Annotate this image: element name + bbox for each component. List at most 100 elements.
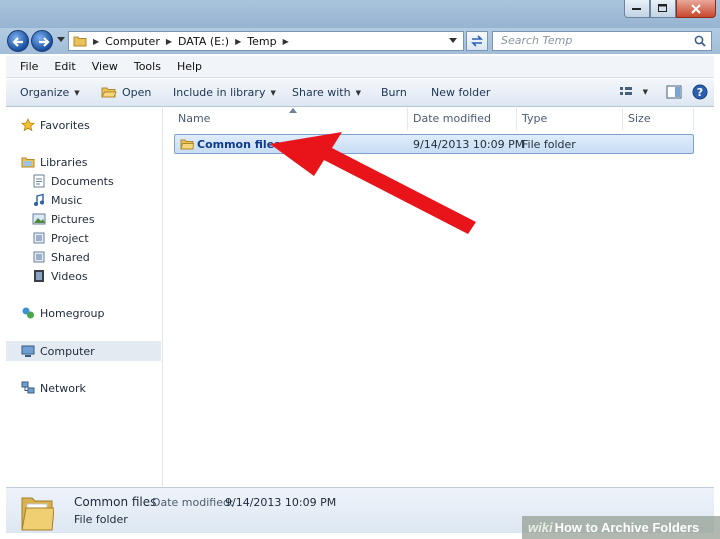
menu-help[interactable]: Help bbox=[177, 60, 202, 73]
title-bar bbox=[0, 0, 720, 28]
new-folder-label: New folder bbox=[431, 86, 491, 99]
command-bar: Organize ▼ Open Include in library ▼ Sha… bbox=[6, 79, 714, 107]
nav-shared[interactable]: Shared bbox=[6, 247, 161, 267]
nav-shared-label: Shared bbox=[51, 250, 90, 264]
details-date-value: 9/14/2013 10:09 PM bbox=[225, 496, 337, 509]
videos-icon bbox=[32, 269, 46, 283]
menu-bar: File Edit View Tools Help bbox=[6, 56, 714, 78]
project-library-icon bbox=[32, 231, 46, 245]
column-header-name[interactable]: Name bbox=[178, 112, 210, 125]
forward-arrow-icon bbox=[39, 37, 50, 47]
nav-favorites[interactable]: Favorites bbox=[6, 115, 161, 135]
minimize-button[interactable] bbox=[624, 0, 650, 18]
nav-documents[interactable]: Documents bbox=[6, 171, 161, 191]
organize-label: Organize bbox=[20, 86, 70, 99]
refresh-button[interactable] bbox=[466, 31, 488, 51]
chevron-down-icon: ▼ bbox=[355, 88, 361, 97]
menu-edit[interactable]: Edit bbox=[54, 60, 75, 73]
star-icon bbox=[21, 118, 35, 132]
address-bar: ▶ Computer ▶ DATA (E:) ▶ Temp ▶ Search T… bbox=[0, 28, 720, 54]
nav-pictures[interactable]: Pictures bbox=[6, 209, 161, 229]
organize-button[interactable]: Organize ▼ bbox=[20, 86, 80, 99]
nav-project-label: Project bbox=[51, 231, 89, 245]
libraries-icon bbox=[21, 155, 35, 169]
column-header-size[interactable]: Size bbox=[628, 112, 651, 125]
nav-network[interactable]: Network bbox=[6, 378, 161, 398]
shared-library-icon bbox=[32, 250, 46, 264]
watermark-title: How to Archive Folders bbox=[554, 520, 700, 535]
search-placeholder: Search Temp bbox=[501, 34, 573, 47]
annotation-arrow bbox=[270, 132, 476, 234]
nav-computer[interactable]: Computer bbox=[6, 341, 161, 361]
column-header-date-modified[interactable]: Date modified bbox=[413, 112, 491, 125]
nav-documents-label: Documents bbox=[51, 174, 114, 188]
address-box[interactable]: ▶ Computer ▶ DATA (E:) ▶ Temp ▶ bbox=[68, 31, 464, 51]
chevron-down-icon: ▼ bbox=[270, 88, 276, 97]
breadcrumb-temp[interactable]: Temp bbox=[247, 35, 276, 48]
nav-network-label: Network bbox=[40, 381, 86, 395]
column-header-type[interactable]: Type bbox=[522, 112, 547, 125]
maximize-icon bbox=[658, 4, 667, 12]
details-item-type: File folder bbox=[74, 513, 128, 526]
burn-button[interactable]: Burn bbox=[381, 86, 407, 99]
menu-tools[interactable]: Tools bbox=[134, 60, 161, 73]
column-divider[interactable] bbox=[622, 108, 623, 130]
nav-homegroup-label: Homegroup bbox=[40, 306, 105, 320]
forward-button[interactable] bbox=[31, 30, 53, 52]
preview-pane-icon[interactable] bbox=[666, 85, 682, 99]
view-dropdown-icon[interactable]: ▼ bbox=[643, 88, 648, 96]
menu-view[interactable]: View bbox=[92, 60, 118, 73]
svg-text:?: ? bbox=[697, 86, 703, 99]
nav-music-label: Music bbox=[51, 193, 83, 207]
view-controls: ▼ ? bbox=[619, 84, 708, 100]
column-headers: Name Date modified Type Size bbox=[164, 108, 714, 130]
open-label: Open bbox=[122, 86, 152, 99]
burn-label: Burn bbox=[381, 86, 407, 99]
sort-ascending-icon bbox=[289, 108, 297, 113]
address-dropdown-icon[interactable] bbox=[449, 38, 457, 44]
refresh-icon bbox=[471, 35, 483, 47]
breadcrumb-separator-icon: ▶ bbox=[93, 36, 100, 46]
nav-project[interactable]: Project bbox=[6, 228, 161, 248]
documents-icon bbox=[32, 174, 46, 188]
breadcrumb-drive[interactable]: DATA (E:) bbox=[178, 35, 229, 48]
file-type: File folder bbox=[522, 138, 576, 151]
breadcrumb-computer[interactable]: Computer bbox=[105, 35, 160, 48]
open-button[interactable]: Open bbox=[101, 86, 151, 99]
search-input[interactable]: Search Temp bbox=[492, 31, 712, 51]
window-controls bbox=[624, 0, 716, 18]
column-divider[interactable] bbox=[693, 108, 694, 130]
navigation-pane: Favorites Libraries Documents Music Pict… bbox=[6, 108, 163, 486]
back-arrow-icon bbox=[12, 37, 23, 47]
breadcrumb-separator-icon: ▶ bbox=[165, 36, 172, 46]
nav-libraries[interactable]: Libraries bbox=[6, 152, 161, 172]
back-button[interactable] bbox=[7, 30, 29, 52]
help-icon[interactable]: ? bbox=[692, 84, 708, 100]
close-icon bbox=[691, 3, 701, 14]
maximize-button[interactable] bbox=[650, 0, 676, 18]
nav-videos[interactable]: Videos bbox=[6, 266, 161, 286]
network-icon bbox=[21, 381, 35, 395]
nav-homegroup[interactable]: Homegroup bbox=[6, 303, 161, 323]
breadcrumb-separator-icon: ▶ bbox=[235, 36, 242, 46]
minimize-icon bbox=[632, 7, 641, 10]
homegroup-icon bbox=[21, 306, 35, 320]
close-button[interactable] bbox=[676, 0, 716, 18]
change-view-icon[interactable] bbox=[619, 86, 633, 98]
folder-icon bbox=[180, 137, 195, 154]
menu-file[interactable]: File bbox=[20, 60, 38, 73]
search-icon bbox=[694, 35, 706, 47]
folder-icon bbox=[73, 36, 87, 47]
nav-videos-label: Videos bbox=[51, 269, 88, 283]
computer-icon bbox=[21, 344, 35, 358]
new-folder-button[interactable]: New folder bbox=[431, 86, 490, 99]
nav-favorites-label: Favorites bbox=[40, 118, 90, 132]
recent-pages-dropdown-icon[interactable] bbox=[57, 37, 65, 43]
column-divider[interactable] bbox=[407, 108, 408, 130]
nav-music[interactable]: Music bbox=[6, 190, 161, 210]
include-in-library-button[interactable]: Include in library ▼ bbox=[173, 86, 276, 99]
nav-computer-label: Computer bbox=[40, 344, 95, 358]
music-icon bbox=[32, 193, 46, 207]
share-with-button[interactable]: Share with ▼ bbox=[292, 86, 361, 99]
column-divider[interactable] bbox=[516, 108, 517, 130]
